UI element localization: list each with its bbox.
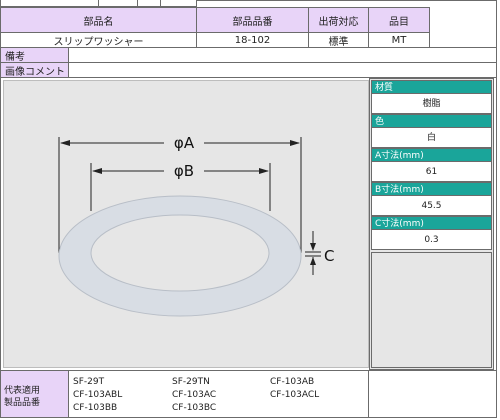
drawing-panel: φA φB C bbox=[3, 80, 369, 368]
related-product-item[interactable]: SF-29TN bbox=[172, 377, 210, 387]
notes-label: 備考 bbox=[0, 47, 69, 63]
top-stub-divider bbox=[160, 0, 161, 7]
header-part-no: 部品品番 bbox=[196, 7, 309, 33]
property-c-dimension-value: 0.3 bbox=[371, 230, 492, 250]
property-material-value: 樹脂 bbox=[371, 94, 492, 114]
part-name-value: スリップワッシャー bbox=[0, 32, 197, 48]
property-b-dimension-label: B寸法(mm) bbox=[371, 182, 492, 196]
related-product-item[interactable]: CF-103BC bbox=[172, 403, 216, 413]
dimension-c-bottom-arrow bbox=[310, 257, 316, 265]
related-product-item[interactable]: CF-103AC bbox=[172, 390, 216, 400]
related-product-item[interactable]: CF-103AB bbox=[270, 377, 314, 387]
property-a-dimension-value: 61 bbox=[371, 162, 492, 182]
image-comment-value bbox=[68, 62, 497, 78]
property-c-dimension-label: C寸法(mm) bbox=[371, 216, 492, 230]
property-color-value: 白 bbox=[371, 128, 492, 148]
notes-value bbox=[68, 47, 497, 63]
related-product-item[interactable]: CF-103BB bbox=[73, 403, 117, 413]
top-stub-divider bbox=[137, 0, 138, 7]
property-material-label: 材質 bbox=[371, 80, 492, 94]
dimension-c-top-arrow bbox=[310, 243, 316, 251]
header-category: 品目 bbox=[368, 7, 430, 33]
top-stub-divider bbox=[98, 0, 99, 7]
dimension-a-right-arrow bbox=[290, 140, 300, 146]
washer-ring bbox=[58, 195, 302, 317]
header-shipping: 出荷対応 bbox=[308, 7, 369, 33]
related-products-divider bbox=[368, 370, 369, 418]
dimension-b-left-arrow bbox=[92, 168, 102, 174]
washer-drawing: φA φB C bbox=[58, 131, 334, 317]
properties-empty-area bbox=[371, 252, 492, 368]
property-color-label: 色 bbox=[371, 114, 492, 128]
property-a-dimension-label: A寸法(mm) bbox=[371, 148, 492, 162]
part-no-value: 18-102 bbox=[196, 32, 309, 48]
dimension-b-label: φB bbox=[174, 162, 194, 180]
related-product-item[interactable]: CF-103ABL bbox=[73, 390, 122, 400]
header-part-name: 部品名 bbox=[0, 7, 197, 33]
dimension-c-label: C bbox=[324, 247, 334, 265]
shipping-value: 標準 bbox=[308, 32, 369, 48]
related-product-item[interactable]: CF-103ACL bbox=[270, 390, 319, 400]
dimension-a-left-arrow bbox=[60, 140, 70, 146]
image-comment-label: 画像コメント bbox=[0, 62, 69, 78]
property-b-dimension-value: 45.5 bbox=[371, 196, 492, 216]
related-products-label-line2: 製品品番 bbox=[4, 398, 41, 408]
related-product-item[interactable]: SF-29T bbox=[73, 377, 104, 387]
dimension-b-right-arrow bbox=[259, 168, 269, 174]
category-value: MT bbox=[368, 32, 430, 48]
dimension-a-label: φA bbox=[174, 134, 195, 152]
